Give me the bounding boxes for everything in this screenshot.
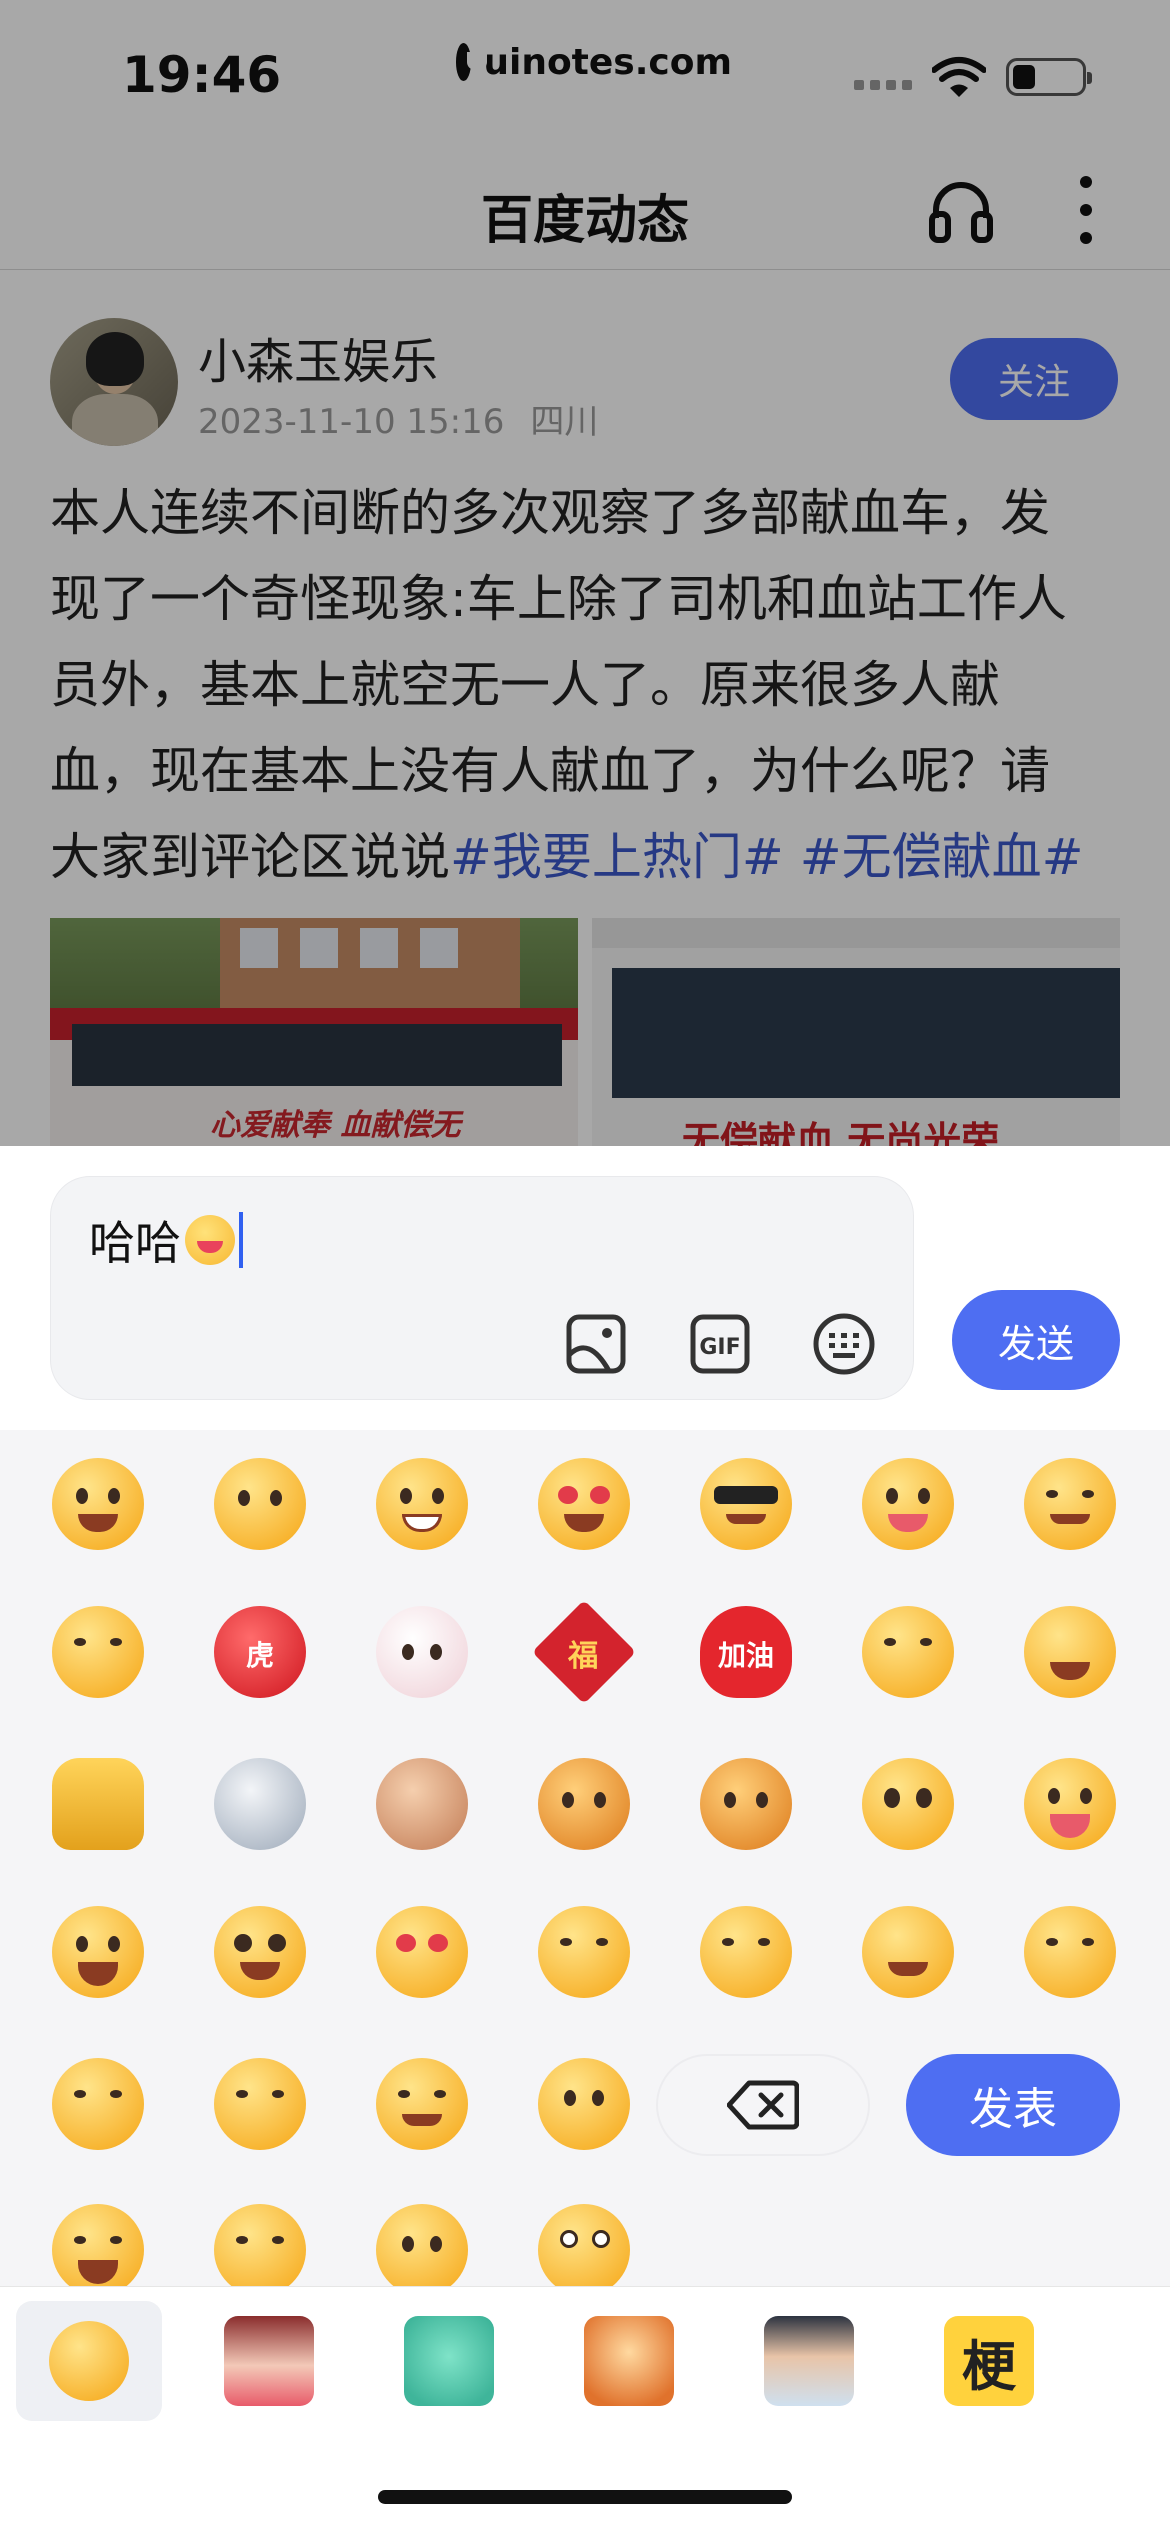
grin-emoji[interactable] <box>376 1458 468 1550</box>
cover-eyes-emoji[interactable] <box>862 1906 954 1998</box>
emoji-label: 加油 <box>717 1639 774 1672</box>
excited-emoji[interactable] <box>52 1906 144 1998</box>
input-value: 哈哈 <box>89 1216 181 1270</box>
pleading-emoji[interactable] <box>862 1758 954 1850</box>
facepalm-laugh-emoji[interactable] <box>1024 1606 1116 1698</box>
silver-medal-icon[interactable] <box>214 1758 306 1850</box>
tongue-wink-emoji[interactable] <box>862 1458 954 1550</box>
backspace-button[interactable] <box>656 2054 870 2156</box>
comment-composer: 哈哈 GIF 发送 <box>0 1146 1170 1430</box>
text-caret <box>239 1212 243 1268</box>
geng-icon: 梗 <box>944 2316 1034 2406</box>
sad-emoji[interactable] <box>538 2058 630 2150</box>
home-indicator[interactable] <box>378 2490 792 2504</box>
rabbit-emoji[interactable] <box>376 1606 468 1698</box>
monster-tab[interactable] <box>376 2301 522 2421</box>
peace-emoji[interactable] <box>376 2058 468 2150</box>
publish-button[interactable]: 发表 <box>906 2054 1120 2156</box>
emoji-label: 福 <box>567 1638 599 1674</box>
jiayou-heart-emoji[interactable]: 加油 <box>700 1606 792 1698</box>
tiger-kid-tab[interactable] <box>556 2301 702 2421</box>
blush-emoji[interactable] <box>214 2204 306 2286</box>
thinking-emoji[interactable] <box>538 1906 630 1998</box>
bronze-medal-icon[interactable] <box>376 1758 468 1850</box>
tiger-smile-emoji[interactable] <box>700 1758 792 1850</box>
man-tab[interactable] <box>736 2301 882 2421</box>
tiger-kid-icon <box>584 2316 674 2406</box>
keyboard-icon[interactable] <box>811 1311 877 1377</box>
confused-emoji[interactable] <box>538 2204 630 2286</box>
doll-tab[interactable] <box>196 2301 342 2421</box>
sticker-icon[interactable] <box>563 1311 629 1377</box>
backspace-icon <box>727 2080 799 2130</box>
star-eyes-emoji[interactable] <box>214 1906 306 1998</box>
ok-emoji[interactable] <box>700 1906 792 1998</box>
comment-input[interactable]: 哈哈 GIF <box>50 1176 914 1400</box>
annoyed-emoji[interactable] <box>52 2058 144 2150</box>
crying-emoji[interactable] <box>52 2204 144 2286</box>
worried-emoji[interactable] <box>376 2204 468 2286</box>
heart-kiss-emoji[interactable] <box>376 1906 468 1998</box>
tiger-lantern-emoji[interactable]: 虎 <box>214 1606 306 1698</box>
yawn-emoji[interactable] <box>1024 1906 1116 1998</box>
emoji-tab[interactable] <box>16 2301 162 2421</box>
doll-icon <box>224 2316 314 2406</box>
tiger-emoji[interactable] <box>538 1758 630 1850</box>
laugh-emoji[interactable] <box>52 1458 144 1550</box>
send-button[interactable]: 发送 <box>952 1290 1120 1390</box>
man-avatar-icon <box>764 2316 854 2406</box>
dim-overlay[interactable] <box>0 0 1170 1146</box>
gif-icon[interactable]: GIF <box>687 1311 753 1377</box>
geng-tab[interactable]: 梗 <box>916 2301 1062 2421</box>
fu-emoji[interactable]: 福 <box>531 1599 637 1705</box>
tongue-out-emoji[interactable] <box>1024 1758 1116 1850</box>
sunglasses-emoji[interactable] <box>700 1458 792 1550</box>
monster-icon <box>404 2316 494 2406</box>
emoji-label: 虎 <box>245 1639 274 1672</box>
smile-icon <box>49 2321 129 2401</box>
heart-eyes-emoji[interactable] <box>538 1458 630 1550</box>
kiss-emoji-icon <box>185 1215 235 1265</box>
emoji-panel: 虎 福 加油 发表 <box>0 1430 1170 2286</box>
trophy-icon[interactable] <box>52 1758 144 1850</box>
smug-emoji[interactable] <box>214 2058 306 2150</box>
smirk-emoji[interactable] <box>1024 1458 1116 1550</box>
svg-text:GIF: GIF <box>699 1335 740 1360</box>
sweat-emoji[interactable] <box>862 1606 954 1698</box>
eye-roll-emoji[interactable] <box>52 1606 144 1698</box>
shush-emoji[interactable] <box>214 1458 306 1550</box>
